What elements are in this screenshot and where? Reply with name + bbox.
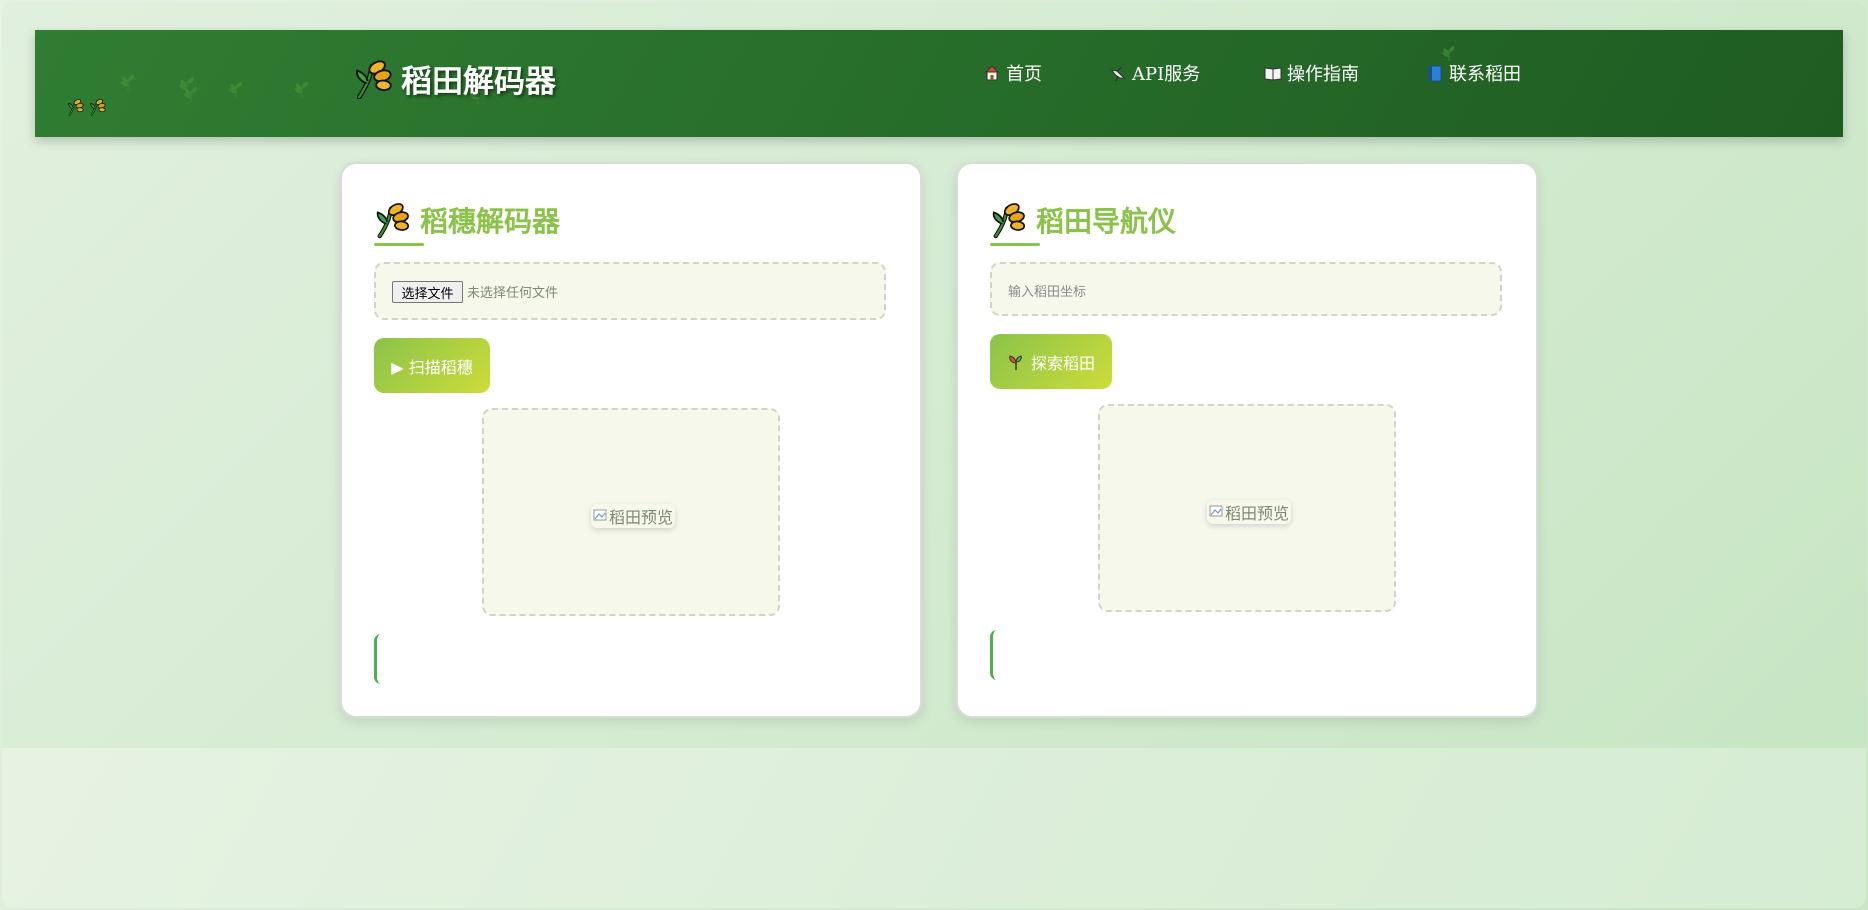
file-status-text: 未选择任何文件	[467, 286, 559, 301]
site-header: 稻田解码器 首页 API服务 操作指南 联系稻田	[35, 30, 1843, 137]
title-underline	[990, 243, 1040, 246]
rice-decoration-icon	[89, 98, 107, 116]
result-area	[374, 634, 381, 684]
sprig-decoration-icon	[291, 77, 313, 99]
ear-decoder-card: 稻穗解码器 选择文件 未选择任何文件 ▶ 扫描稻穗 稻田预览	[340, 162, 922, 718]
home-icon	[984, 65, 1000, 81]
rice-plant-icon	[990, 201, 1028, 239]
card-title-text: 稻田导航仪	[1036, 205, 1177, 238]
nav-guide-label: 操作指南	[1287, 64, 1359, 85]
sprig-decoration-icon	[180, 82, 202, 104]
image-preview: 稻田预览	[1098, 404, 1396, 612]
card-title: 稻穗解码器	[374, 200, 560, 240]
card-title-text: 稻穗解码器	[420, 205, 561, 238]
nav-contact-label: 联系稻田	[1449, 64, 1521, 85]
sprig-decoration-icon	[117, 70, 139, 92]
explore-button[interactable]: 探索稻田	[990, 334, 1112, 389]
logo-text: 稻田解码器	[401, 64, 556, 100]
satellite-dish-icon	[1111, 66, 1125, 82]
broken-image-icon	[1209, 505, 1223, 517]
nav-api[interactable]: API服务	[1109, 58, 1200, 88]
choose-file-button[interactable]: 选择文件	[392, 281, 463, 303]
preview-alt-text: 稻田预览	[1225, 504, 1290, 523]
nav-guide[interactable]: 操作指南	[1264, 58, 1359, 88]
scan-button[interactable]: ▶ 扫描稻穗	[374, 338, 490, 393]
broken-image-icon	[593, 509, 607, 521]
sprig-decoration-icon	[225, 77, 247, 99]
blue-book-icon	[1428, 65, 1442, 82]
nav-home[interactable]: 首页	[983, 58, 1042, 88]
open-book-icon	[1264, 67, 1282, 81]
file-upload-field[interactable]: 选择文件 未选择任何文件	[374, 262, 886, 320]
rice-decoration-icon	[67, 98, 85, 116]
title-underline	[374, 243, 424, 246]
site-logo[interactable]: 稻田解码器	[353, 56, 556, 101]
image-preview: 稻田预览	[482, 408, 780, 616]
scan-button-label: ▶ 扫描稻穗	[391, 357, 473, 377]
rice-plant-icon	[374, 201, 412, 239]
seedling-icon	[1009, 354, 1022, 370]
broken-image-placeholder: 稻田预览	[1207, 500, 1292, 524]
footer-area	[2, 748, 1866, 908]
result-area	[990, 630, 997, 680]
rice-plant-icon	[353, 58, 395, 100]
broken-image-placeholder: 稻田预览	[591, 504, 676, 528]
nav-home-label: 首页	[1006, 64, 1042, 85]
preview-alt-text: 稻田预览	[609, 508, 674, 527]
explore-button-label: 探索稻田	[1030, 353, 1095, 373]
coordinate-input[interactable]: 输入稻田坐标	[990, 262, 1502, 316]
field-navigator-card: 稻田导航仪 输入稻田坐标 探索稻田 稻田预览	[956, 162, 1538, 718]
coordinate-input-placeholder: 输入稻田坐标	[1008, 285, 1087, 300]
nav-contact[interactable]: 联系稻田	[1426, 58, 1521, 88]
nav-api-label: API服务	[1132, 64, 1201, 85]
card-title: 稻田导航仪	[990, 200, 1176, 240]
